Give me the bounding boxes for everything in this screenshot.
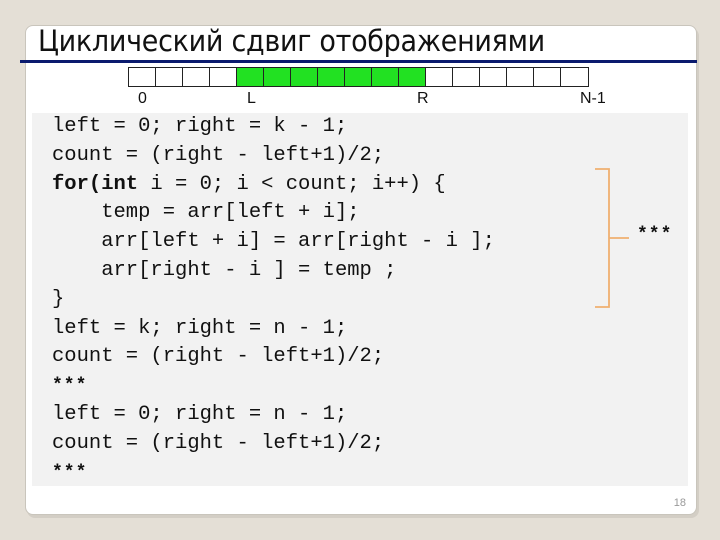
code-line: temp = arr[left + i]; (52, 201, 360, 225)
code-line: } (52, 287, 65, 311)
array-cell-highlighted (291, 68, 318, 86)
index-label-zero: 0 (138, 90, 147, 107)
array-cell (534, 68, 561, 86)
slide-card: Циклический сдвиг отображениями 0 L R N-… (20, 24, 697, 515)
code-block: left = 0; right = k - 1; count = (right -… (52, 113, 495, 487)
code-panel: left = 0; right = k - 1; count = (right -… (32, 113, 688, 486)
title-rule (20, 60, 697, 63)
array-cell-highlighted (318, 68, 345, 86)
array-cell (453, 68, 480, 86)
array-cell-highlighted (264, 68, 291, 86)
array-cell-highlighted (237, 68, 264, 86)
array-cell-highlighted (399, 68, 426, 86)
array-cell (426, 68, 453, 86)
array-diagram (128, 67, 589, 87)
array-cell (210, 68, 237, 86)
code-line: count = (right - left+1)/2; (52, 345, 385, 369)
code-line: left = k; right = n - 1; (52, 316, 348, 340)
code-keyword: for(int (52, 172, 139, 196)
array-cell (156, 68, 183, 86)
array-cell (480, 68, 507, 86)
code-line: for(int i = 0; i < count; i++) { (52, 171, 495, 200)
code-text: i = 0; i < count; i++) { (138, 172, 446, 196)
code-line: left = 0; right = k - 1; (52, 115, 348, 138)
code-line: arr[right - i ] = temp ; (52, 258, 397, 282)
placeholder-stars: *** (52, 376, 88, 397)
code-line: *** (52, 459, 495, 488)
array-cell-highlighted (372, 68, 399, 86)
loop-summary-stars: *** (637, 225, 673, 245)
slide-number: 18 (673, 497, 686, 509)
code-line: arr[left + i] = arr[right - i ]; (52, 230, 495, 254)
code-line: left = 0; right = n - 1; (52, 402, 348, 426)
placeholder-stars: *** (52, 462, 88, 483)
array-cell-highlighted (345, 68, 372, 86)
code-line: *** (52, 372, 495, 401)
code-line: count = (right - left+1)/2; (52, 143, 385, 167)
index-label-left: L (247, 90, 256, 107)
slide-title: Циклический сдвиг отображениями (38, 24, 545, 58)
index-label-right: R (417, 90, 429, 107)
array-cell (129, 68, 156, 86)
index-label-last: N-1 (580, 90, 606, 107)
array-cell (507, 68, 534, 86)
array-cell (561, 68, 588, 86)
array-cell (183, 68, 210, 86)
code-line: count = (right - left+1)/2; (52, 431, 385, 455)
